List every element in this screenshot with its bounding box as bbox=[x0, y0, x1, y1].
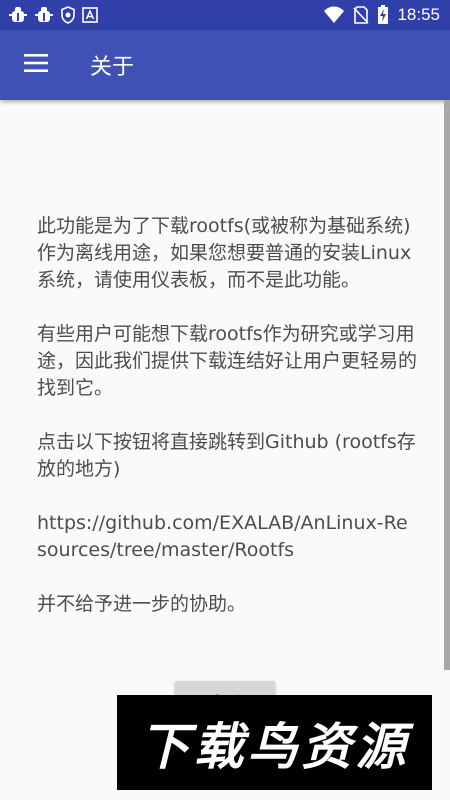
app-bar: 关于 bbox=[0, 30, 450, 100]
status-bar-right: 18:55 bbox=[323, 5, 440, 25]
paragraph-instruction: 点击以下按钮将直接跳转到Github (rootfs存放的地方) bbox=[37, 431, 416, 480]
battery-charging-icon bbox=[377, 5, 389, 25]
no-sim-icon bbox=[353, 6, 370, 24]
status-bar: 18:55 bbox=[0, 0, 450, 30]
paragraph-research: 有些用户可能想下载rootfs作为研究或学习用途，因此我们提供下载连结好让用户更… bbox=[37, 323, 418, 399]
bug-icon bbox=[8, 6, 28, 24]
hamburger-menu-icon bbox=[24, 54, 48, 76]
status-time: 18:55 bbox=[397, 5, 440, 24]
watermark-logo: 下载鸟资源 bbox=[117, 695, 432, 790]
paragraph-url: https://github.com/EXALAB/AnLinux-Resour… bbox=[37, 512, 408, 561]
scrollbar[interactable] bbox=[444, 100, 450, 670]
paragraph-no-support: 并不给予进一步的协助。 bbox=[37, 593, 247, 615]
shield-icon bbox=[60, 6, 76, 24]
wifi-icon bbox=[323, 6, 345, 24]
paragraph-purpose: 此功能是为了下载rootfs(或被称为基础系统)作为离线用途，如果您想要普通的安… bbox=[37, 215, 412, 291]
app-a-icon bbox=[82, 7, 98, 23]
menu-button[interactable] bbox=[16, 45, 56, 85]
watermark-text: 下载鸟资源 bbox=[139, 717, 410, 776]
about-text-block: 此功能是为了下载rootfs(或被称为基础系统)作为离线用途，如果您想要普通的安… bbox=[37, 213, 417, 645]
status-bar-left bbox=[8, 6, 98, 24]
bug-icon bbox=[34, 6, 54, 24]
page-title: 关于 bbox=[90, 55, 135, 80]
